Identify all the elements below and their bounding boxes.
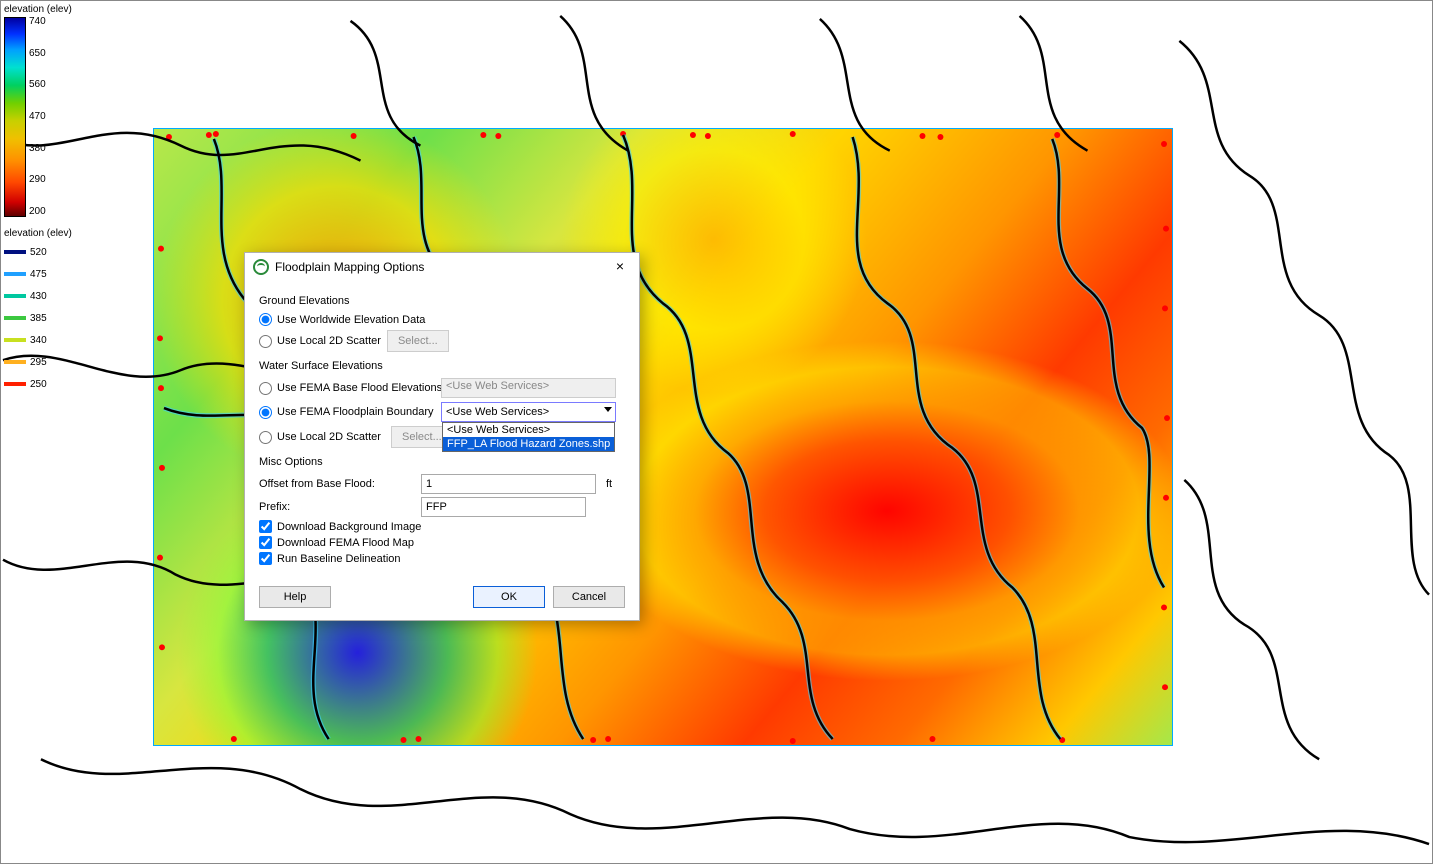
offset-input[interactable] xyxy=(421,474,596,494)
select-scatter-ground-button: Select... xyxy=(387,330,449,352)
dropdown-option[interactable]: FFP_LA Flood Hazard Zones.shp xyxy=(443,437,614,451)
radio-local-2d-scatter-wse[interactable]: Use Local 2D Scatter xyxy=(259,431,385,444)
checkbox-download-background[interactable]: Download Background Image xyxy=(259,520,421,533)
legend-gradient xyxy=(4,17,26,217)
legend-row: 295 xyxy=(4,351,72,373)
bfe-source-select: <Use Web Services> xyxy=(441,378,616,398)
section-ground-elevations: Ground Elevations xyxy=(259,295,625,307)
cancel-button[interactable]: Cancel xyxy=(553,586,625,608)
section-water-surface-elevations: Water Surface Elevations xyxy=(259,360,625,372)
dropdown-option[interactable]: <Use Web Services> xyxy=(443,423,614,437)
legend-row: 430 xyxy=(4,285,72,307)
offset-unit: ft xyxy=(606,478,612,490)
legend-row: 520 xyxy=(4,241,72,263)
close-icon[interactable]: × xyxy=(609,259,631,275)
boundary-source-select[interactable]: <Use Web Services> <Use Web Services> FF… xyxy=(441,402,616,422)
boundary-source-dropdown[interactable]: <Use Web Services> FFP_LA Flood Hazard Z… xyxy=(442,422,615,452)
contour-lines xyxy=(1,1,1432,863)
legend-title: elevation (elev) xyxy=(4,4,72,15)
radio-fema-base-flood-elevations[interactable]: Use FEMA Base Flood Elevations xyxy=(259,382,435,395)
app-icon xyxy=(253,259,269,275)
checkbox-run-baseline[interactable]: Run Baseline Delineation xyxy=(259,552,401,565)
legend-elevation-contour: elevation (elev) 520475430385340295250 xyxy=(4,228,72,395)
floodplain-mapping-options-dialog: Floodplain Mapping Options × Ground Elev… xyxy=(244,252,640,621)
prefix-input[interactable] xyxy=(421,497,586,517)
checkbox-download-fema-map[interactable]: Download FEMA Flood Map xyxy=(259,536,414,549)
dialog-title: Floodplain Mapping Options xyxy=(275,260,424,274)
section-misc-options: Misc Options xyxy=(259,456,625,468)
legend-row: 385 xyxy=(4,307,72,329)
legend-elevation-continuous: elevation (elev) 740 650 560 470 380 290… xyxy=(4,4,72,217)
help-button[interactable]: Help xyxy=(259,586,331,608)
legend-ticks: 740 650 560 470 380 290 200 xyxy=(29,17,46,217)
dialog-titlebar[interactable]: Floodplain Mapping Options × xyxy=(245,253,639,281)
radio-local-2d-scatter-ground[interactable]: Use Local 2D Scatter xyxy=(259,335,381,348)
map-canvas[interactable] xyxy=(1,1,1432,863)
legend-row: 250 xyxy=(4,373,72,395)
ok-button[interactable]: OK xyxy=(473,586,545,608)
chevron-down-icon xyxy=(604,407,612,412)
legend-row: 340 xyxy=(4,329,72,351)
legend-row: 475 xyxy=(4,263,72,285)
radio-worldwide-elevation[interactable]: Use Worldwide Elevation Data xyxy=(259,313,425,326)
radio-fema-floodplain-boundary[interactable]: Use FEMA Floodplain Boundary xyxy=(259,406,435,419)
offset-label: Offset from Base Flood: xyxy=(259,478,415,490)
prefix-label: Prefix: xyxy=(259,501,415,513)
legend-title: elevation (elev) xyxy=(4,228,72,239)
